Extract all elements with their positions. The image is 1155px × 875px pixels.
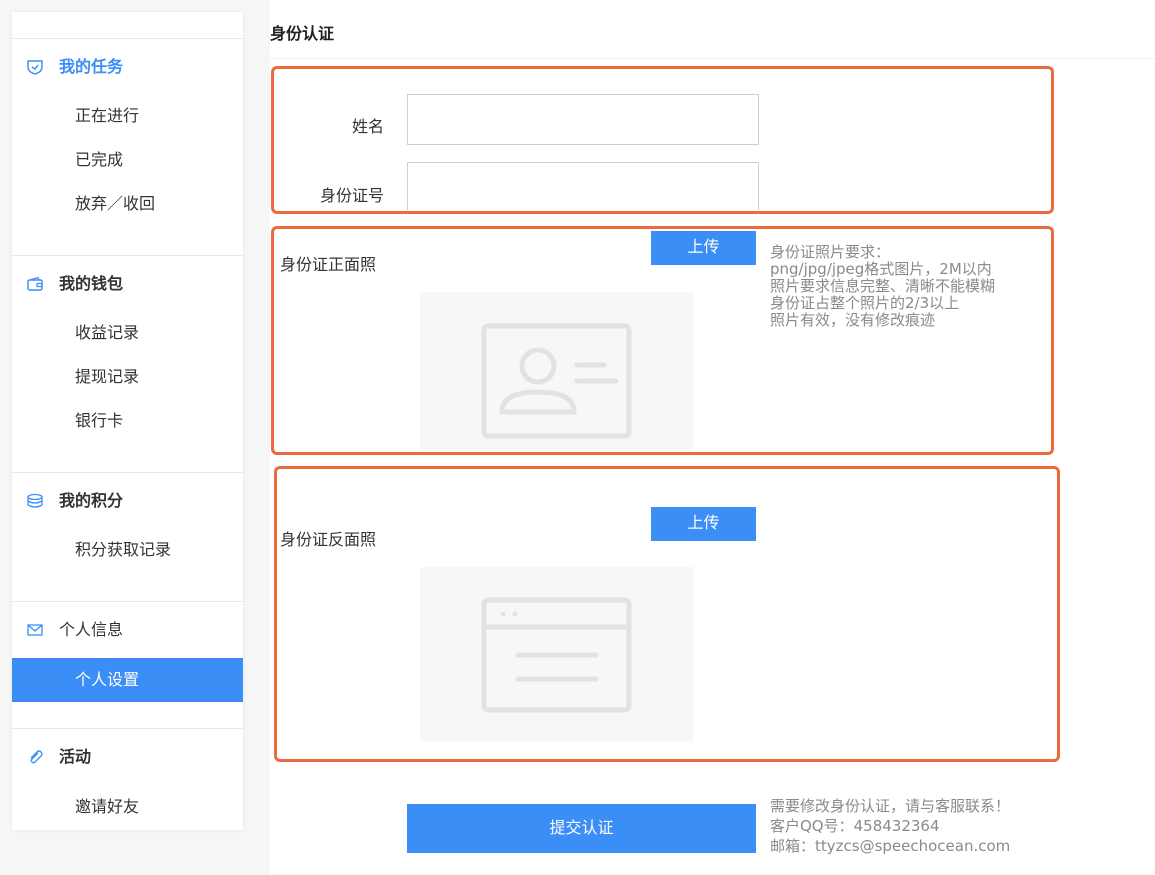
sidebar-section-my-points[interactable]: 我的积分 — [12, 489, 243, 513]
sidebar-section-title: 我的任务 — [59, 57, 124, 76]
title-divider — [270, 58, 1155, 59]
shield-icon — [26, 59, 44, 75]
page-title: 身份认证 — [270, 24, 335, 43]
front-photo-label: 身份证正面照 — [280, 255, 377, 274]
sidebar-item-bank-card[interactable]: 银行卡 — [12, 399, 243, 443]
sidebar-divider — [12, 728, 243, 729]
id-number-label: 身份证号 — [319, 186, 384, 205]
sidebar-section-personal-info[interactable]: 个人信息 — [12, 618, 243, 642]
sidebar-section-title: 我的钱包 — [59, 274, 124, 293]
requirement-line: 照片要求信息完整、清晰不能模糊 — [770, 277, 996, 295]
name-input[interactable] — [407, 94, 759, 145]
mail-icon — [26, 622, 44, 638]
sidebar-divider — [12, 255, 243, 256]
sidebar-section-my-tasks[interactable]: 我的任务 — [12, 55, 243, 79]
sidebar-section-title: 个人信息 — [59, 620, 124, 639]
main-content: 身份认证 姓名 身份证号 身份证正面照 上传 身份证照片要求： png/jpg/… — [270, 0, 1155, 875]
sidebar-section-title: 活动 — [59, 747, 92, 766]
sidebar-item-withdrawals[interactable]: 提现记录 — [12, 355, 243, 399]
id-number-input[interactable] — [407, 162, 759, 210]
sidebar-item-earnings[interactable]: 收益记录 — [12, 311, 243, 355]
front-photo-placeholder[interactable] — [420, 292, 693, 451]
paperclip-icon — [26, 749, 44, 765]
coins-icon — [26, 493, 44, 509]
requirement-line: 身份证占整个照片的2/3以上 — [770, 294, 960, 312]
submit-verification-button[interactable]: 提交认证 — [407, 804, 756, 853]
sidebar-section-my-wallet[interactable]: 我的钱包 — [12, 272, 243, 296]
sidebar: 我的任务 正在进行 已完成 放弃／收回 我的钱包 收益记录 提现记录 银行卡 我… — [12, 12, 243, 830]
sidebar-section-activity[interactable]: 活动 — [12, 745, 243, 769]
requirement-line: png/jpg/jpeg格式图片，2M以内 — [770, 260, 992, 278]
contact-info: 需要修改身份认证，请与客服联系！ 客户QQ号：458432364 邮箱：ttyz… — [770, 796, 1010, 856]
sidebar-divider — [12, 38, 243, 39]
sidebar-divider — [12, 472, 243, 473]
requirement-line: 照片有效，没有修改痕迹 — [770, 311, 936, 329]
id-card-back-icon — [481, 597, 632, 713]
photo-requirements: 身份证照片要求： png/jpg/jpeg格式图片，2M以内 照片要求信息完整、… — [770, 244, 995, 329]
requirement-line: 身份证照片要求： — [770, 243, 891, 261]
back-photo-label: 身份证反面照 — [280, 530, 377, 549]
wallet-icon — [26, 276, 44, 292]
sidebar-item-in-progress[interactable]: 正在进行 — [12, 94, 243, 138]
sidebar-item-personal-settings[interactable]: 个人设置 — [12, 658, 243, 702]
contact-line: 需要修改身份认证，请与客服联系！ — [770, 797, 1011, 815]
back-photo-placeholder[interactable] — [420, 567, 693, 741]
upload-front-button[interactable]: 上传 — [651, 231, 756, 265]
id-input-clip — [407, 162, 759, 210]
id-card-front-icon — [481, 323, 632, 439]
sidebar-item-invite-friends[interactable]: 邀请好友 — [12, 785, 243, 829]
sidebar-item-completed[interactable]: 已完成 — [12, 138, 243, 182]
contact-line: 客户QQ号：458432364 — [770, 817, 940, 835]
sidebar-divider — [12, 601, 243, 602]
sidebar-item-abandoned[interactable]: 放弃／收回 — [12, 182, 243, 226]
sidebar-item-points-history[interactable]: 积分获取记录 — [12, 528, 243, 572]
contact-line: 邮箱：ttyzcs@speechocean.com — [770, 837, 1011, 855]
upload-back-button[interactable]: 上传 — [651, 507, 756, 541]
name-label: 姓名 — [351, 117, 384, 136]
sidebar-section-title: 我的积分 — [59, 491, 124, 510]
